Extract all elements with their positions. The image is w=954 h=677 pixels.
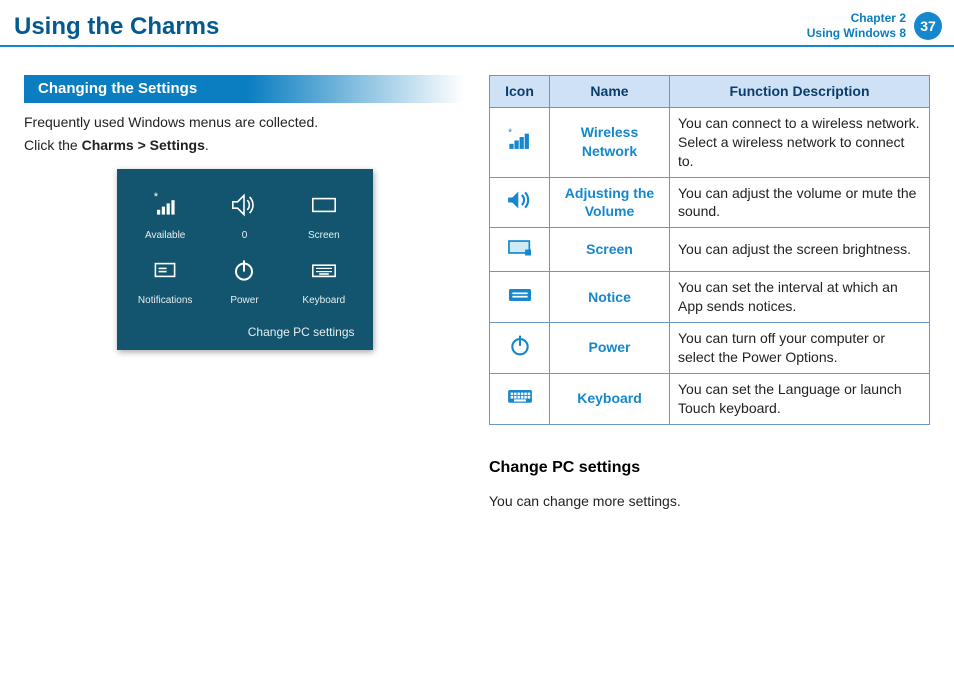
chapter-meta: Chapter 2 Using Windows 8 — [807, 11, 906, 41]
th-desc: Function Description — [670, 76, 930, 108]
tile-volume[interactable]: 0 — [210, 187, 279, 243]
function-table: Icon Name Function Description * — [489, 75, 930, 425]
tile-available[interactable]: * Available — [131, 187, 200, 243]
table-row: Adjusting the Volume You can adjust the … — [490, 177, 930, 228]
tile-screen[interactable]: Screen — [289, 187, 358, 243]
intro-pre: Click the — [24, 137, 82, 153]
table-row: * Wireless Network You can connect to a … — [490, 107, 930, 177]
screen-icon — [306, 187, 342, 223]
row-name: Notice — [550, 272, 670, 323]
page-header: Using the Charms Chapter 2 Using Windows… — [0, 0, 954, 47]
tile-power[interactable]: Power — [210, 252, 279, 308]
row-icon-screen — [490, 228, 550, 272]
th-icon: Icon — [490, 76, 550, 108]
tile-available-label: Available — [145, 229, 185, 243]
tile-keyboard-label: Keyboard — [302, 294, 345, 308]
tile-notifications[interactable]: Notifications — [131, 252, 200, 308]
row-desc: You can connect to a wireless network. S… — [670, 107, 930, 177]
tile-volume-label: 0 — [242, 229, 248, 243]
row-name: Wireless Network — [550, 107, 670, 177]
subsection-body: You can change more settings. — [489, 492, 930, 511]
right-column: Icon Name Function Description * — [489, 75, 930, 511]
keyboard-icon — [306, 252, 342, 288]
row-icon-volume — [490, 177, 550, 228]
power-icon — [226, 252, 262, 288]
change-pc-settings-link[interactable]: Change PC settings — [131, 324, 359, 340]
intro-post: . — [205, 137, 209, 153]
table-row: Keyboard You can set the Language or lau… — [490, 373, 930, 424]
intro-bold: Charms > Settings — [82, 137, 205, 153]
header-meta-group: Chapter 2 Using Windows 8 37 — [807, 11, 942, 43]
row-desc: You can adjust the screen brightness. — [670, 228, 930, 272]
th-name: Name — [550, 76, 670, 108]
chapter-line: Chapter 2 — [807, 11, 906, 26]
settings-panel-wrap: * Available — [24, 169, 465, 350]
table-row: Screen You can adjust the screen brightn… — [490, 228, 930, 272]
row-icon-wireless: * — [490, 107, 550, 177]
row-name: Keyboard — [550, 373, 670, 424]
svg-text:*: * — [508, 128, 512, 139]
row-name: Power — [550, 323, 670, 374]
row-desc: You can turn off your computer or select… — [670, 323, 930, 374]
intro-line-2: Click the Charms > Settings. — [24, 136, 465, 155]
subsection-heading: Change PC settings — [489, 457, 930, 479]
settings-tileset: * Available — [131, 187, 359, 308]
tile-screen-label: Screen — [308, 229, 340, 243]
section-heading: Changing the Settings — [24, 75, 465, 103]
row-desc: You can adjust the volume or mute the so… — [670, 177, 930, 228]
svg-text:*: * — [154, 191, 159, 203]
page-title: Using the Charms — [14, 11, 219, 43]
tile-keyboard[interactable]: Keyboard — [289, 252, 358, 308]
row-name: Screen — [550, 228, 670, 272]
notifications-icon — [147, 252, 183, 288]
table-row: Power You can turn off your computer or … — [490, 323, 930, 374]
row-name: Adjusting the Volume — [550, 177, 670, 228]
content-columns: Changing the Settings Frequently used Wi… — [0, 47, 954, 511]
row-desc: You can set the interval at which an App… — [670, 272, 930, 323]
table-header-row: Icon Name Function Description — [490, 76, 930, 108]
intro-line-1: Frequently used Windows menus are collec… — [24, 113, 465, 132]
row-icon-keyboard — [490, 373, 550, 424]
tile-notifications-label: Notifications — [138, 294, 192, 308]
row-icon-power — [490, 323, 550, 374]
table-row: Notice You can set the interval at which… — [490, 272, 930, 323]
subject-line: Using Windows 8 — [807, 26, 906, 41]
row-icon-notice — [490, 272, 550, 323]
tile-power-label: Power — [230, 294, 258, 308]
wireless-icon: * — [147, 187, 183, 223]
page-number-badge: 37 — [914, 12, 942, 40]
speaker-icon — [226, 187, 262, 223]
row-desc: You can set the Language or launch Touch… — [670, 373, 930, 424]
left-column: Changing the Settings Frequently used Wi… — [24, 75, 465, 511]
settings-panel: * Available — [117, 169, 373, 350]
